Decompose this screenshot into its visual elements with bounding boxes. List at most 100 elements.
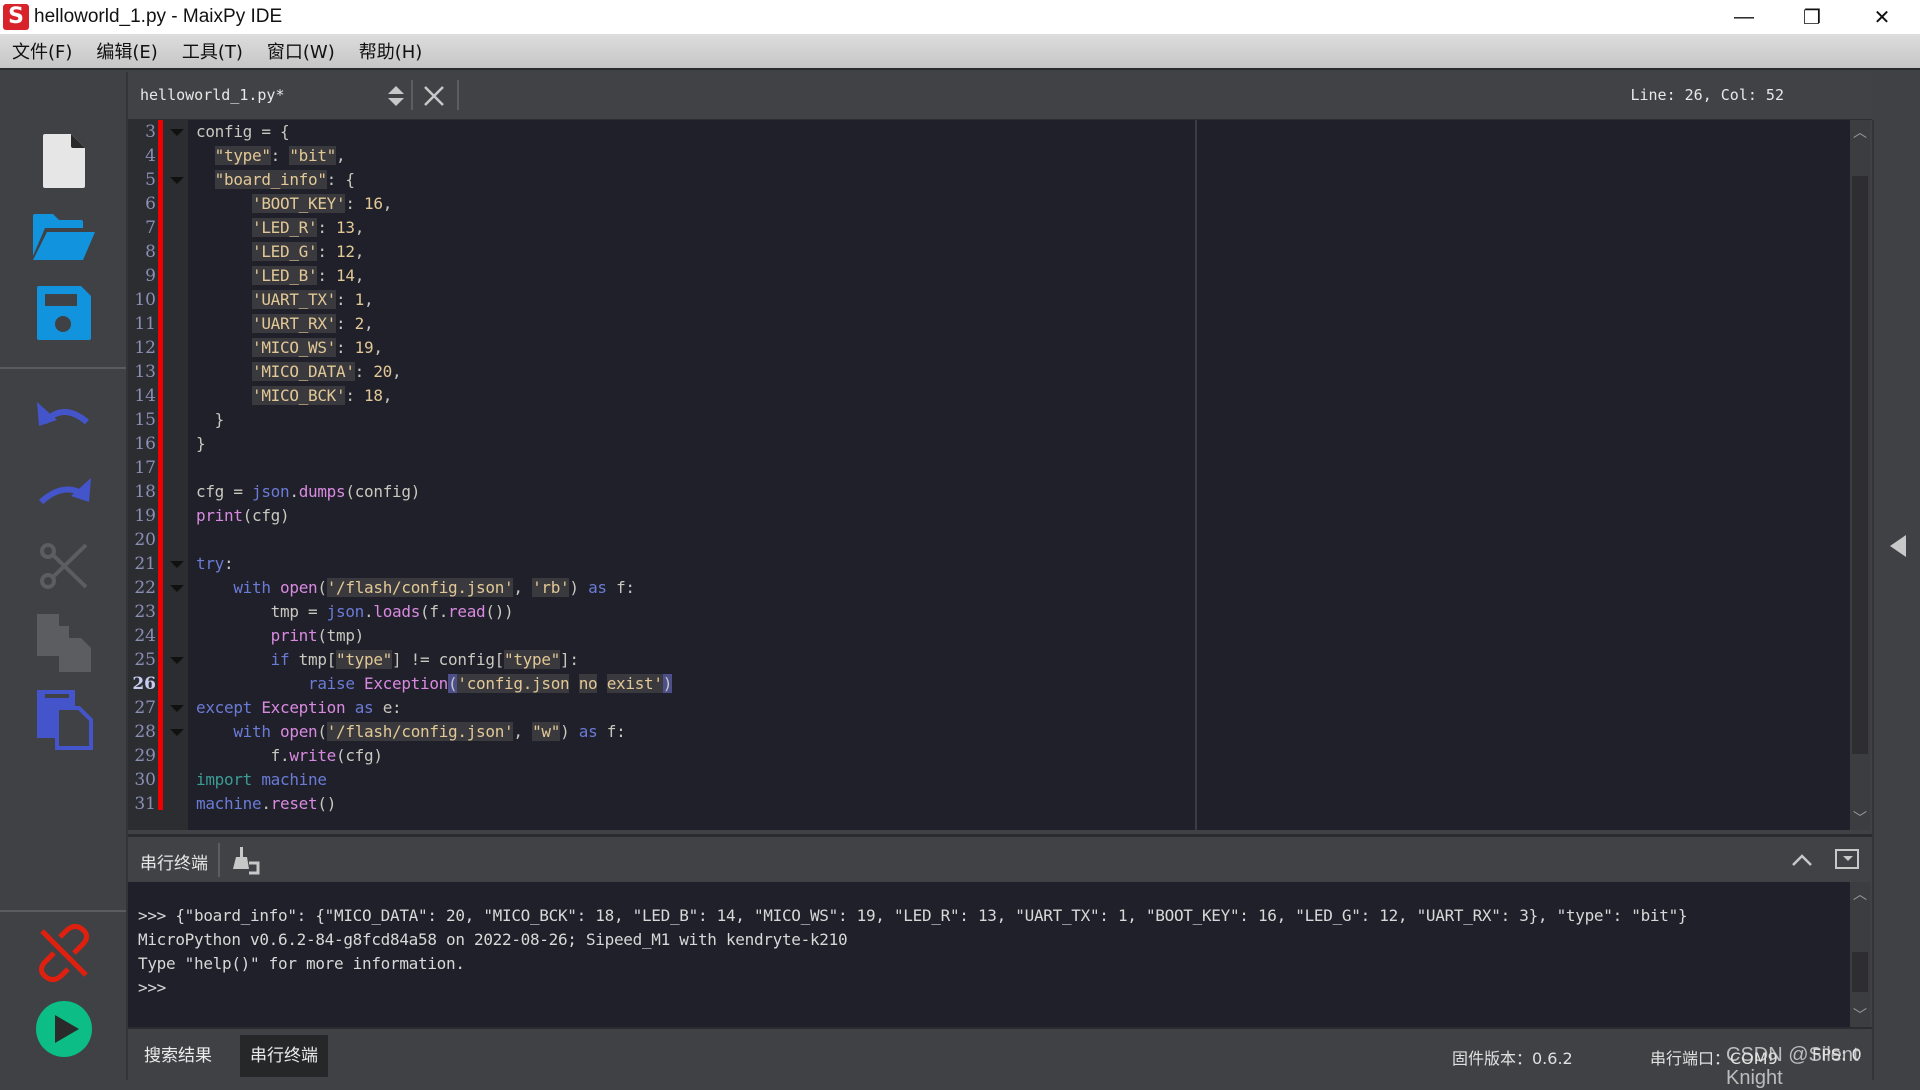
code-token: , (513, 578, 533, 597)
code-token: tmp[ (289, 650, 337, 669)
scroll-down-arrow-icon[interactable]: ﹀ (1850, 1005, 1870, 1025)
fold-arrow-icon[interactable] (170, 177, 184, 184)
code-line[interactable]: 'LED_B': 14, (196, 264, 1850, 288)
copy-button[interactable] (26, 610, 102, 676)
code-token: "w" (532, 722, 561, 741)
expand-panel-arrow-icon[interactable] (1890, 535, 1906, 557)
open-file-tab[interactable]: helloworld_1.py* (140, 86, 285, 104)
fold-arrow-icon[interactable] (170, 129, 184, 136)
scrollbar-thumb[interactable] (1852, 176, 1868, 754)
terminal-scrollbar[interactable]: ︿ ﹀ (1850, 882, 1870, 1027)
code-line[interactable]: 'BOOT_KEY': 16, (196, 192, 1850, 216)
code-line[interactable]: with open('/flash/config.json', "w") as … (196, 720, 1850, 744)
code-line[interactable]: import machine (196, 768, 1850, 792)
fold-arrow-icon[interactable] (170, 729, 184, 736)
scroll-up-arrow-icon[interactable]: ︿ (1850, 884, 1870, 904)
code-area[interactable]: config = { "type": "bit", "board_info": … (196, 120, 1850, 816)
code-line[interactable]: 'MICO_DATA': 20, (196, 360, 1850, 384)
fold-arrow-icon[interactable] (170, 561, 184, 568)
menu-file[interactable]: 文件(F) (12, 38, 72, 64)
code-line[interactable] (196, 456, 1850, 480)
tab-search-results[interactable]: 搜索结果 (134, 1035, 222, 1077)
code-token: 20 (373, 362, 393, 381)
scroll-down-arrow-icon[interactable]: ﹀ (1850, 808, 1870, 828)
maximize-terminal-button[interactable] (1788, 847, 1816, 873)
clear-terminal-button[interactable] (230, 845, 262, 875)
restore-button[interactable]: ❐ (1780, 0, 1844, 34)
code-token: "bit" (289, 146, 337, 165)
code-line[interactable]: cfg = json.dumps(config) (196, 480, 1850, 504)
firmware-version: 固件版本：0.6.2 (1452, 1049, 1573, 1068)
code-line[interactable]: "board_info": { (196, 168, 1850, 192)
code-line[interactable]: 'MICO_BCK': 18, (196, 384, 1850, 408)
code-token: : (270, 146, 290, 165)
terminal-header: 串行终端 (128, 834, 1872, 882)
scroll-up-arrow-icon[interactable]: ︿ (1850, 122, 1870, 142)
save-file-button[interactable] (26, 280, 102, 346)
file-switcher-button[interactable] (384, 84, 408, 108)
code-line[interactable]: print(tmp) (196, 624, 1850, 648)
code-line[interactable]: raise Exception('config.json no exist') (196, 672, 1850, 696)
line-number: 24 (134, 626, 156, 646)
undo-button[interactable] (26, 382, 102, 448)
terminal-dock-button[interactable] (1835, 849, 1859, 869)
code-line[interactable]: tmp = json.loads(f.read()) (196, 600, 1850, 624)
code-token: loads (373, 602, 421, 621)
editor-scrollbar[interactable]: ︿ ﹀ (1850, 120, 1870, 830)
app-logo-icon: S (3, 4, 29, 30)
serial-terminal-output[interactable]: >>> {"board_info": {"MICO_DATA": 20, "MI… (128, 882, 1850, 1027)
menu-window[interactable]: 窗口(W) (267, 38, 335, 64)
code-line[interactable]: f.write(cfg) (196, 744, 1850, 768)
code-editor[interactable]: 3 4 5 6 7 8 9 10 11 12 13 14 15 16 17 18 19 20 21 22 23 24 25 2… (128, 120, 1850, 830)
disconnect-button[interactable] (26, 920, 102, 986)
code-line[interactable]: 'MICO_WS': 19, (196, 336, 1850, 360)
paste-button[interactable] (26, 686, 102, 752)
fold-arrow-icon[interactable] (170, 705, 184, 712)
menu-tools[interactable]: 工具(T) (182, 38, 243, 64)
cut-button[interactable] (26, 534, 102, 600)
code-token: , (354, 242, 365, 261)
code-line[interactable]: 'LED_R': 13, (196, 216, 1850, 240)
code-line[interactable]: } (196, 408, 1850, 432)
code-line[interactable]: machine.reset() (196, 792, 1850, 816)
code-line[interactable]: with open('/flash/config.json', 'rb') as… (196, 576, 1850, 600)
redo-button[interactable] (26, 458, 102, 524)
run-button[interactable] (26, 996, 102, 1062)
code-line[interactable]: 'LED_G': 12, (196, 240, 1850, 264)
code-line[interactable]: print(cfg) (196, 504, 1850, 528)
scrollbar-thumb[interactable] (1852, 952, 1868, 992)
tab-serial-terminal[interactable]: 串行终端 (240, 1035, 328, 1077)
new-file-icon (43, 134, 85, 188)
code-token: f. (196, 746, 290, 765)
terminal-title: 串行终端 (140, 854, 208, 874)
fold-arrow-icon[interactable] (170, 657, 184, 664)
menu-edit[interactable]: 编辑(E) (96, 38, 157, 64)
new-file-button[interactable] (26, 128, 102, 194)
code-line[interactable]: if tmp["type"] != config["type"]: (196, 648, 1850, 672)
status-bar: 搜索结果 串行终端 固件版本：0.6.2 串行端口：COM9 FPS: 0 (128, 1027, 1872, 1080)
close-window-button[interactable]: ✕ (1850, 0, 1914, 34)
code-line[interactable]: 'UART_TX': 1, (196, 288, 1850, 312)
code-line[interactable]: try: (196, 552, 1850, 576)
code-token: : (345, 194, 365, 213)
line-number: 28 (134, 722, 156, 742)
menu-help[interactable]: 帮助(H) (359, 38, 423, 64)
close-file-button[interactable] (420, 82, 448, 110)
code-line[interactable]: except Exception as e: (196, 696, 1850, 720)
code-line[interactable]: } (196, 432, 1850, 456)
code-token: 'config.json (457, 674, 570, 693)
code-line[interactable]: 'UART_RX': 2, (196, 312, 1850, 336)
code-line[interactable]: config = { (196, 120, 1850, 144)
minimize-button[interactable]: — (1712, 0, 1776, 34)
window-title: helloworld_1.py - MaixPy IDE (34, 6, 283, 27)
open-file-button[interactable] (26, 204, 102, 270)
code-token: 18 (364, 386, 383, 405)
fold-arrow-icon[interactable] (170, 585, 184, 592)
code-line[interactable] (196, 528, 1850, 552)
code-line[interactable]: "type": "bit", (196, 144, 1850, 168)
code-token: "board_info" (214, 170, 327, 189)
